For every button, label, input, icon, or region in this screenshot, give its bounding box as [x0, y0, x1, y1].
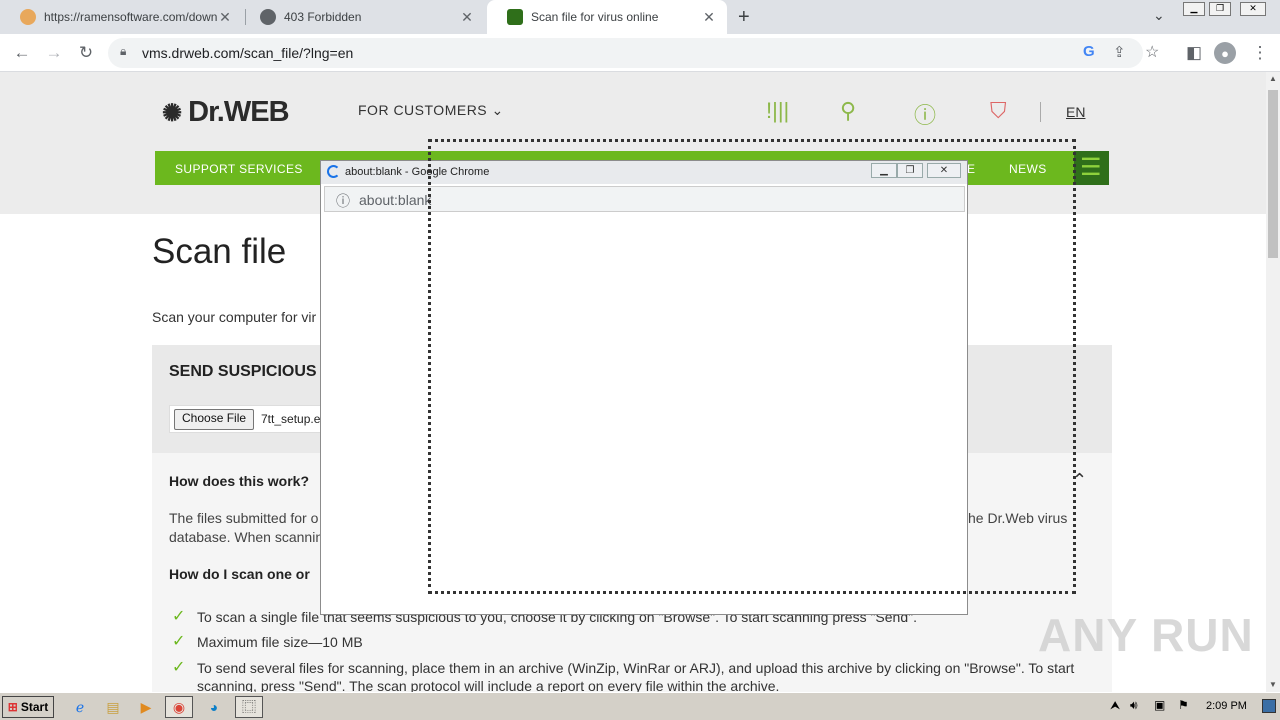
- side-panel-icon[interactable]: ◧: [1183, 42, 1205, 64]
- back-arrow-icon[interactable]: ←: [11, 42, 33, 64]
- restore-icon[interactable]: ❐: [1209, 2, 1231, 16]
- address-bar[interactable]: 🔒︎ vms.drweb.com/scan_file/?lng=en G ⇪ ☆: [108, 38, 1159, 68]
- tab-title: Scan file for virus online: [531, 10, 659, 24]
- close-tab-icon[interactable]: ✕: [701, 9, 717, 26]
- show-hidden-icons-icon[interactable]: ⮝: [1110, 698, 1120, 713]
- drweb-favicon-icon: [507, 9, 523, 25]
- browser-toolbar: ← → ↻ 🔒︎ vms.drweb.com/scan_file/?lng=en…: [0, 34, 1280, 72]
- google-icon[interactable]: G: [1083, 43, 1095, 60]
- start-button[interactable]: ⊞ Start: [2, 696, 54, 718]
- info-icon: ⓘ: [336, 193, 350, 209]
- drweb-logo[interactable]: ✺ Dr.WEB: [162, 96, 290, 129]
- show-desktop-icon[interactable]: [1262, 699, 1276, 713]
- nav-menu-button[interactable]: ☰: [1074, 151, 1109, 185]
- loading-spinner-icon: [327, 165, 340, 178]
- 7tt-app-icon[interactable]: ⿴: [235, 696, 263, 718]
- tab-ramensoftware[interactable]: https://ramensoftware.com/downlo ✕: [0, 0, 243, 34]
- chevron-down-icon: ⌄: [491, 102, 504, 118]
- faq-answer-1-left: The files submitted for o: [169, 510, 319, 526]
- intro-text: Scan your computer for vir: [152, 309, 317, 325]
- page-title: Scan file: [152, 232, 287, 271]
- search-icon[interactable]: ⚲: [840, 98, 856, 124]
- checkmark-icon: ✓: [172, 659, 186, 676]
- selected-file-name: 7tt_setup.e: [261, 412, 321, 426]
- checkmark-icon: ✓: [172, 608, 186, 625]
- hamburger-icon: ☰: [1080, 154, 1102, 181]
- list-item-continued: scanning, press "Send". The scan protoco…: [197, 678, 780, 692]
- reload-icon[interactable]: ↻: [75, 42, 97, 64]
- popup-url: about:blank: [359, 192, 432, 208]
- media-player-icon[interactable]: ▶: [132, 696, 160, 718]
- forward-arrow-icon[interactable]: →: [43, 42, 65, 64]
- tab-title: 403 Forbidden: [284, 10, 362, 24]
- list-item: To send several files for scanning, plac…: [197, 660, 1075, 676]
- network-icon[interactable]: ▣: [1154, 698, 1165, 712]
- folder-icon[interactable]: ▤: [99, 696, 127, 718]
- tab-scan-file[interactable]: Scan file for virus online ✕: [487, 0, 727, 34]
- scroll-down-icon[interactable]: ▼: [1269, 680, 1277, 689]
- barcode-icon[interactable]: !|||: [766, 98, 789, 124]
- flag-icon[interactable]: ⚑: [1178, 698, 1189, 712]
- menu-kebab-icon[interactable]: ⋮: [1249, 42, 1271, 64]
- tab-search-chevron-icon[interactable]: ⌄: [1153, 7, 1165, 24]
- checkmark-icon: ✓: [172, 633, 186, 650]
- tab-title: https://ramensoftware.com/downlo: [44, 10, 217, 24]
- windows-taskbar: ⊞ Start ℯ ▤ ▶ ◉ ◕ ⿴ ⮝ 🔊︎ ▣ ⚑ 2:09 PM: [0, 692, 1280, 720]
- close-window-icon[interactable]: ✕: [1240, 2, 1266, 16]
- logo-text: Dr.WEB: [188, 96, 289, 128]
- close-tab-icon[interactable]: ✕: [459, 9, 475, 26]
- anyrun-watermark: ANY RUN: [1038, 609, 1254, 661]
- nav-support-services[interactable]: SUPPORT SERVICES: [175, 162, 303, 176]
- chrome-icon[interactable]: ◉: [165, 696, 193, 718]
- faq-answer-1-line2: database. When scannin: [169, 529, 324, 545]
- scroll-up-icon[interactable]: ▲: [1269, 74, 1277, 83]
- bookmark-star-icon[interactable]: ☆: [1145, 42, 1159, 62]
- faq-question-1[interactable]: How does this work?: [169, 473, 309, 489]
- spider-logo-icon: ✺: [162, 100, 182, 127]
- windows-logo-icon: ⊞: [7, 700, 18, 714]
- tab-forbidden[interactable]: 403 Forbidden ✕: [240, 0, 485, 34]
- plus-icon[interactable]: +: [738, 6, 750, 29]
- close-tab-icon[interactable]: ✕: [217, 9, 233, 26]
- help-icon[interactable]: ⓘ: [914, 98, 936, 130]
- list-item: Maximum file size—10 MB: [197, 634, 363, 650]
- tab-strip: https://ramensoftware.com/downlo ✕ 403 F…: [0, 0, 1280, 34]
- profile-avatar-icon[interactable]: ●: [1214, 42, 1236, 64]
- lock-icon: 🔒︎: [120, 44, 127, 58]
- edge-icon[interactable]: ◕: [200, 696, 228, 718]
- volume-icon[interactable]: 🔊︎: [1130, 698, 1138, 713]
- scrollbar-thumb[interactable]: [1268, 90, 1278, 258]
- panel-title: SEND SUSPICIOUS: [169, 363, 317, 380]
- faq-question-2[interactable]: How do I scan one or: [169, 566, 310, 582]
- for-customers-label: FOR CUSTOMERS: [358, 102, 488, 118]
- selection-rectangle: [428, 139, 1076, 594]
- taskbar-clock[interactable]: 2:09 PM: [1206, 700, 1247, 712]
- ie-icon[interactable]: ℯ: [66, 696, 94, 718]
- start-label: Start: [20, 700, 49, 714]
- for-customers-menu[interactable]: FOR CUSTOMERS ⌄: [358, 102, 504, 119]
- url-text: vms.drweb.com/scan_file/?lng=en: [142, 45, 354, 61]
- minimize-icon[interactable]: ▁: [1183, 2, 1205, 16]
- share-icon[interactable]: ⇪: [1113, 43, 1126, 61]
- globe-icon: [260, 9, 276, 25]
- ramen-favicon-icon: [20, 9, 36, 25]
- shield-user-icon[interactable]: ⛉: [990, 98, 1007, 124]
- choose-file-button[interactable]: Choose File: [174, 409, 255, 430]
- language-switch[interactable]: EN: [1066, 104, 1085, 120]
